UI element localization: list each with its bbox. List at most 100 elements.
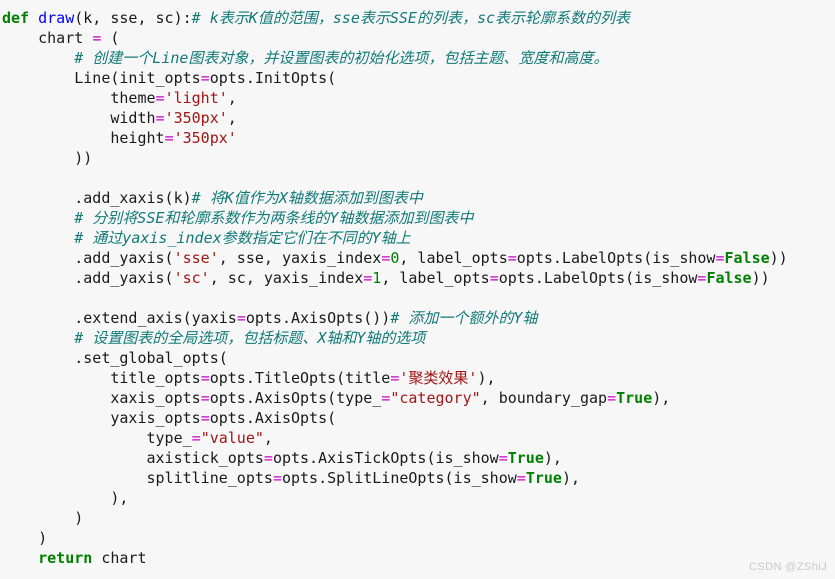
code-token-op: = — [263, 449, 273, 467]
code-token-op: = — [191, 429, 201, 447]
code-token-op: = — [489, 269, 499, 287]
code-line: ), — [0, 488, 835, 508]
code-token-plain: width — [2, 109, 156, 127]
code-line: .extend_axis(yaxis=opts.AxisOpts())# 添加一… — [0, 308, 835, 328]
code-token-plain: ( — [101, 29, 120, 47]
code-line: .add_yaxis('sse', sse, yaxis_index=0, la… — [0, 248, 835, 268]
code-token-str: '聚类效果' — [399, 369, 478, 387]
code-token-plain: , sse, yaxis_index — [218, 249, 382, 267]
code-viewer: def draw(k, sse, sc):# k表示K值的范围，sse表示SSE… — [0, 8, 835, 579]
code-token-str: 'light' — [164, 89, 228, 107]
code-token-op: = — [363, 269, 373, 287]
code-token-plain: ) — [2, 509, 84, 527]
code-token-str: 'sc' — [173, 269, 210, 287]
code-token-plain: splitline_opts — [2, 469, 273, 487]
code-token-str: "category" — [390, 389, 481, 407]
code-line: # 分别将SSE和轮廓系数作为两条线的Y轴数据添加到图表中 — [0, 208, 835, 228]
code-token-cmt: # k表示K值的范围，sse表示SSE的列表，sc表示轮廓系数的列表 — [191, 9, 631, 27]
code-token-plain: height — [2, 129, 165, 147]
code-token-op: = — [200, 389, 210, 407]
code-token-plain: type_ — [2, 429, 192, 447]
code-line: .set_global_opts( — [0, 348, 835, 368]
code-line: # 通过yaxis_index参数指定它们在不同的Y轴上 — [0, 228, 835, 248]
code-token-plain: chart — [2, 29, 93, 47]
code-line: # 设置图表的全局选项，包括标题、X轴和Y轴的选项 — [0, 328, 835, 348]
code-line: splitline_opts=opts.SplitLineOpts(is_sho… — [0, 468, 835, 488]
code-token-plain: ), — [2, 489, 129, 507]
code-token-plain: .add_yaxis( — [2, 249, 174, 267]
code-token-kw: return — [38, 549, 93, 567]
code-token-op: = — [92, 29, 102, 47]
code-line: theme='light', — [0, 88, 835, 108]
code-token-kw: True — [525, 469, 562, 487]
code-token-op: = — [164, 129, 174, 147]
code-token-plain: (k, sse, sc): — [74, 9, 192, 27]
code-token-kw: def — [2, 9, 30, 27]
code-token-plain: opts.LabelOpts(is_show — [498, 269, 698, 287]
code-token-plain: )) — [2, 149, 93, 167]
code-token-plain: .extend_axis(yaxis — [2, 309, 237, 327]
code-token-plain: xaxis_opts — [2, 389, 201, 407]
code-token-cmt: # 将K值作为X轴数据添加到图表中 — [191, 189, 423, 207]
csdn-watermark: CSDN @ZShiJ — [749, 561, 827, 573]
code-token-plain: title_opts — [2, 369, 201, 387]
code-token-str: '350px' — [164, 109, 228, 127]
code-token-plain: .set_global_opts( — [2, 349, 228, 367]
code-line: title_opts=opts.TitleOpts(title='聚类效果'), — [0, 368, 835, 388]
code-token-plain: opts.InitOpts( — [209, 69, 337, 87]
code-line: .add_xaxis(k)# 将K值作为X轴数据添加到图表中 — [0, 188, 835, 208]
code-line: Line(init_opts=opts.InitOpts( — [0, 68, 835, 88]
code-line: yaxis_opts=opts.AxisOpts( — [0, 408, 835, 428]
code-token-plain: yaxis_opts — [2, 409, 201, 427]
code-token-plain: opts.AxisOpts( — [209, 409, 337, 427]
code-line: axistick_opts=opts.AxisTickOpts(is_show=… — [0, 448, 835, 468]
code-token-cmt: # 添加一个额外的Y轴 — [390, 309, 538, 327]
code-token-plain: , label_opts — [399, 249, 508, 267]
code-token-op: = — [507, 249, 517, 267]
code-token-plain: , sc, yaxis_index — [209, 269, 364, 287]
code-line: )) — [0, 148, 835, 168]
code-token-cmt: # 通过yaxis_index参数指定它们在不同的Y轴上 — [74, 229, 411, 247]
code-line: ) — [0, 508, 835, 528]
code-token-op: = — [236, 309, 246, 327]
code-token-num: 1 — [372, 269, 382, 287]
code-token-op: = — [155, 109, 165, 127]
code-token-op: = — [715, 249, 725, 267]
code-line: type_="value", — [0, 428, 835, 448]
code-token-op: = — [381, 249, 391, 267]
code-token-op: = — [498, 449, 508, 467]
code-token-kw: False — [706, 269, 752, 287]
code-token-plain: , — [227, 109, 237, 127]
code-token-plain: , label_opts — [381, 269, 490, 287]
code-line: def draw(k, sse, sc):# k表示K值的范围，sse表示SSE… — [0, 8, 835, 28]
code-token-str: "value" — [200, 429, 264, 447]
code-token-plain: .add_yaxis( — [2, 269, 174, 287]
code-token-plain: axistick_opts — [2, 449, 264, 467]
code-token-op: = — [381, 389, 391, 407]
code-line: # 创建一个Line图表对象，并设置图表的初始化选项，包括主题、宽度和高度。 — [0, 48, 835, 68]
code-token-kw: True — [507, 449, 544, 467]
code-line: chart = ( — [0, 28, 835, 48]
code-token-cmt: # 设置图表的全局选项，包括标题、X轴和Y轴的选项 — [74, 329, 426, 347]
code-token-op: = — [200, 369, 210, 387]
code-token-kw: False — [724, 249, 770, 267]
code-line: ) — [0, 528, 835, 548]
code-token-op: = — [607, 389, 617, 407]
code-token-op: = — [200, 409, 210, 427]
code-line: xaxis_opts=opts.AxisOpts(type_="category… — [0, 388, 835, 408]
code-token-plain: ), — [477, 369, 496, 387]
code-token-plain: .add_xaxis(k) — [2, 189, 192, 207]
code-token-cmt: # 分别将SSE和轮廓系数作为两条线的Y轴数据添加到图表中 — [74, 209, 474, 227]
code-token-plain: opts.AxisOpts(type_ — [209, 389, 382, 407]
code-token-plain: Line(init_opts — [2, 69, 201, 87]
code-token-fn: draw — [38, 9, 75, 27]
code-line: width='350px', — [0, 108, 835, 128]
code-token-plain: , — [263, 429, 273, 447]
code-token-plain: ) — [2, 529, 48, 547]
code-line: .add_yaxis('sc', sc, yaxis_index=1, labe… — [0, 268, 835, 288]
